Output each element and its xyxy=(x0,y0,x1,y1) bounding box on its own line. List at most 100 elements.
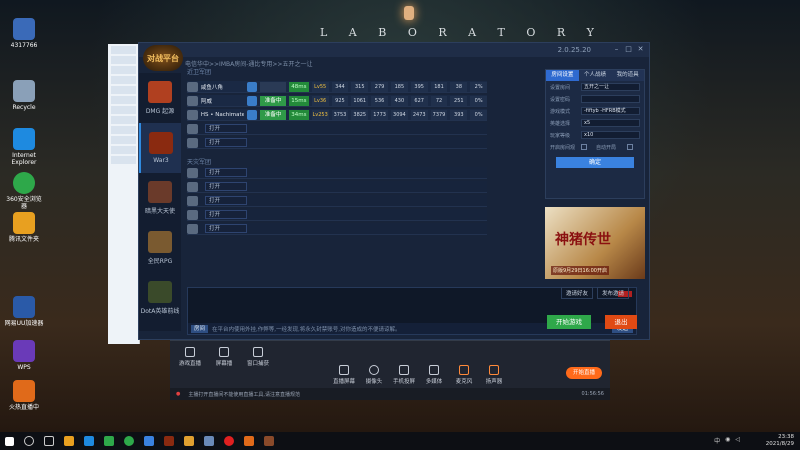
chat-channel-select[interactable]: 房间 xyxy=(191,324,209,333)
war3-icon[interactable] xyxy=(264,436,274,446)
slot-open-select[interactable]: 打开 xyxy=(205,124,247,133)
player-level-select[interactable]: x10 xyxy=(581,131,640,139)
setting-game-mode: 游戏模式 -fiftyb -HFRB模式 xyxy=(546,105,644,117)
hero-select[interactable]: x5 xyxy=(581,119,640,127)
app-icon[interactable] xyxy=(204,436,214,446)
observe-checkbox[interactable] xyxy=(581,144,587,150)
desktop-icon-uu[interactable]: 网易UU加速器 xyxy=(4,296,44,327)
empty-slot[interactable]: 打开 xyxy=(187,195,487,207)
tab-my-items[interactable]: 我的道具 xyxy=(611,70,645,81)
game-mode-select[interactable]: -fiftyb -HFRB模式 xyxy=(581,107,640,115)
slot-open-select[interactable]: 打开 xyxy=(205,168,247,177)
player-slot[interactable]: 咸鱼八角 48ms Lv55 344 315 279 185 395 181 3… xyxy=(187,81,488,93)
empty-slot[interactable]: 打开 xyxy=(187,223,487,235)
empty-slot[interactable]: 打开 xyxy=(187,167,487,179)
qq-icon[interactable] xyxy=(144,436,154,446)
slot-open-select[interactable]: 打开 xyxy=(205,196,247,205)
tool-camera[interactable]: 摄像头 xyxy=(360,365,388,385)
browser-icon xyxy=(13,172,35,194)
wps-icon xyxy=(13,340,35,362)
tool-speaker[interactable]: 扬声器 xyxy=(480,365,508,385)
tool-media[interactable]: 多媒体 xyxy=(420,365,448,385)
slot-open-select[interactable]: 打开 xyxy=(205,210,247,219)
exit-button[interactable]: 退出 xyxy=(605,315,637,329)
maximize-icon[interactable]: □ xyxy=(624,45,633,54)
volume-icon[interactable]: ◁ xyxy=(735,436,740,445)
invite-friend-button[interactable]: 邀请好友 xyxy=(560,287,593,299)
version-label: 2.0.25.20 xyxy=(557,46,591,54)
publish-invite-button[interactable]: 发布邀请 xyxy=(597,287,630,299)
system-tray: 中 ◉ ◁ xyxy=(714,436,740,445)
wechat-icon[interactable] xyxy=(104,436,114,446)
tool-phone-cast[interactable]: 手机投屏 xyxy=(390,365,418,385)
game-item-rpg[interactable]: 全民RPG xyxy=(139,223,181,273)
recycle-bin-icon xyxy=(13,80,35,102)
start-game-button[interactable]: 开始游戏 xyxy=(547,315,591,329)
desktop-icon-folder[interactable]: 腾讯文件夹 xyxy=(4,212,44,243)
desktop-icon-ie[interactable]: Internet Explorer xyxy=(4,128,44,166)
avatar xyxy=(187,181,198,192)
tool-microphone[interactable]: 麦克风 xyxy=(450,365,478,385)
avatar xyxy=(187,95,198,106)
avatar xyxy=(187,81,198,92)
avatar xyxy=(187,137,198,148)
tool-live-screen[interactable]: 直播屏幕 xyxy=(330,365,358,385)
minimize-icon[interactable]: – xyxy=(612,45,621,54)
folder-icon[interactable] xyxy=(64,436,74,446)
empty-slot[interactable]: 打开 xyxy=(187,123,487,135)
slot-open-select[interactable]: 打开 xyxy=(205,182,247,191)
search-icon[interactable] xyxy=(24,436,34,446)
monitor-icon xyxy=(339,365,349,375)
setting-player-level: 玩家等级 x10 xyxy=(546,129,644,141)
ie-icon xyxy=(13,128,35,150)
start-live-button[interactable]: 开始直播 xyxy=(566,367,602,379)
app-icon[interactable] xyxy=(184,436,194,446)
slot-open-select[interactable]: 打开 xyxy=(205,138,247,147)
room-name-field[interactable]: 五开之一让 xyxy=(581,83,640,91)
empty-slot[interactable]: 打开 xyxy=(187,209,487,221)
game-icon[interactable] xyxy=(164,436,174,446)
tool-screen[interactable]: 屏幕播 xyxy=(210,347,238,367)
confirm-button[interactable]: 确定 xyxy=(556,157,634,168)
setting-room-name: 设置房间 五开之一让 xyxy=(546,81,644,93)
game-item-dmg[interactable]: DMG 起源 xyxy=(139,73,181,123)
player-slot[interactable]: 阿威 准备中 15ms Lv36 925 1061 536 430 627 72… xyxy=(187,95,488,107)
start-icon[interactable] xyxy=(5,436,14,446)
empty-slot[interactable]: 打开 xyxy=(187,181,487,193)
player-slot[interactable]: HS • Nachimate 准备中 34ms Lv253 3753 3825 … xyxy=(187,109,488,121)
ready-status xyxy=(260,81,286,92)
ad-banner[interactable]: 神猪传世 原版9月29日16:00开启 xyxy=(545,207,645,279)
desktop-icon-live[interactable]: 火热直播中 xyxy=(4,380,44,411)
rank-badge-icon xyxy=(247,81,258,92)
tool-window[interactable]: 窗口捕获 xyxy=(244,347,272,367)
game-item-war3[interactable]: War3 xyxy=(139,123,181,173)
live-app-icon[interactable] xyxy=(224,436,234,446)
tool-game-live[interactable]: 游戏直播 xyxy=(176,347,204,367)
avatar xyxy=(187,123,198,134)
game-item-dota[interactable]: DotA英雄前线 xyxy=(139,273,181,323)
live-icon[interactable] xyxy=(244,436,254,446)
slot-open-select[interactable]: 打开 xyxy=(205,224,247,233)
auto-start-checkbox[interactable] xyxy=(627,144,633,150)
user-icon xyxy=(13,18,35,40)
tab-personal-record[interactable]: 个人战绩 xyxy=(578,70,612,81)
password-field[interactable] xyxy=(581,95,640,103)
browser-icon[interactable] xyxy=(124,436,134,446)
desktop-icon-recycle[interactable]: Recycle xyxy=(4,80,44,111)
desktop-icon-wps[interactable]: WPS xyxy=(4,340,44,371)
screen-icon xyxy=(219,347,229,357)
game-item-darkangel[interactable]: 暗黑大天使 xyxy=(139,173,181,223)
empty-slot[interactable]: 打开 xyxy=(187,137,487,149)
stream-status-bar: ● 主播打开直播间不能使用直播工具,请注意直播规范 01:56:56 xyxy=(170,388,610,400)
desktop-icon-360[interactable]: 360安全浏览器 xyxy=(4,172,44,210)
game-platform-window: 对战平台 2.0.25.20 – □ ✕ DMG 起源 War3 暗黑大天使 全… xyxy=(138,42,650,340)
ie-icon[interactable] xyxy=(84,436,94,446)
rank-badge-icon xyxy=(247,95,258,106)
network-icon[interactable]: ◉ xyxy=(725,436,730,445)
tab-room-settings[interactable]: 房间设置 xyxy=(546,70,579,81)
close-icon[interactable]: ✕ xyxy=(636,45,645,54)
lang-indicator[interactable]: 中 xyxy=(714,436,720,445)
desktop-icon-user[interactable]: 4317766 xyxy=(4,18,44,49)
task-view-icon[interactable] xyxy=(44,436,54,446)
clock[interactable]: 23:38 2021/8/29 xyxy=(766,434,794,448)
